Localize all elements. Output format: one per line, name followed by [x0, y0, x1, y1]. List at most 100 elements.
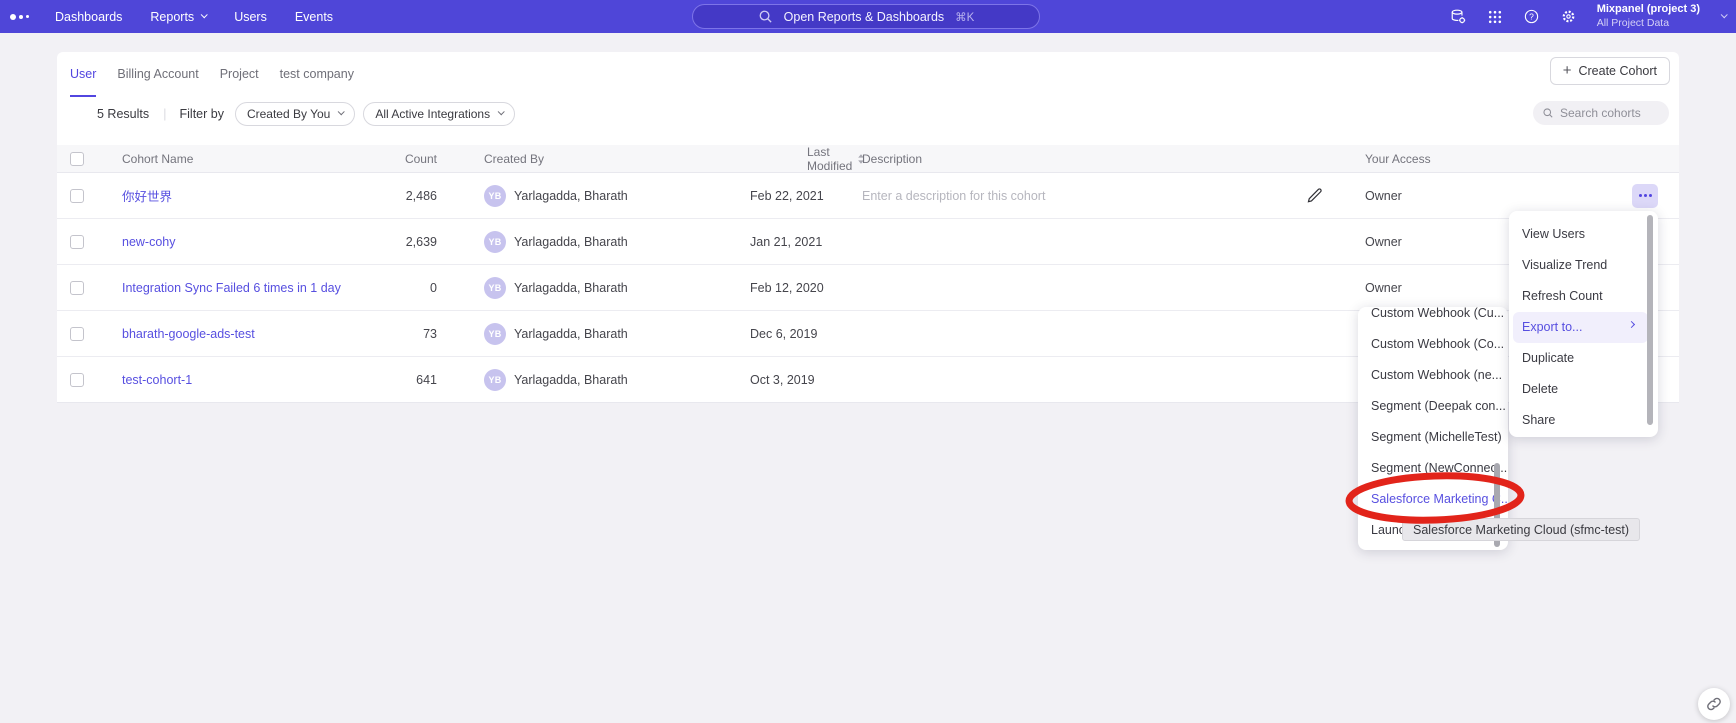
- data-management-icon[interactable]: [1449, 8, 1467, 26]
- row-checkbox[interactable]: [70, 327, 84, 341]
- chevron-down-icon: [498, 108, 505, 115]
- apps-grid-icon[interactable]: [1486, 8, 1504, 26]
- mixpanel-logo-icon[interactable]: [10, 0, 29, 33]
- results-count: 5 Results: [97, 107, 149, 121]
- table-row: Integration Sync Failed 6 times in 1 day…: [57, 265, 1679, 311]
- avatar: YB: [484, 277, 506, 299]
- col-description: Description: [862, 152, 1347, 166]
- col-created-by: Created By: [437, 152, 750, 166]
- avatar: YB: [484, 185, 506, 207]
- menu-item-duplicate[interactable]: Duplicate: [1509, 343, 1658, 374]
- col-your-access: Your Access: [1347, 152, 1632, 166]
- creator-name: Yarlagadda, Bharath: [514, 327, 628, 341]
- select-all-checkbox[interactable]: [70, 152, 84, 166]
- submenu-item-segment-2[interactable]: Segment (MichelleTest): [1358, 422, 1508, 453]
- description-placeholder[interactable]: Enter a description for this cohort: [862, 189, 1045, 203]
- share-link-button[interactable]: [1698, 688, 1730, 720]
- divider: |: [163, 106, 166, 121]
- project-name: Mixpanel (project 3): [1597, 3, 1700, 17]
- tab-test-company[interactable]: test company: [280, 52, 354, 97]
- row-checkbox[interactable]: [70, 235, 84, 249]
- row-checkbox[interactable]: [70, 281, 84, 295]
- last-modified-date: Oct 3, 2019: [750, 373, 862, 387]
- table-row: new-cohy 2,639 YB Yarlagadda, Bharath Ja…: [57, 219, 1679, 265]
- filter-bar: 5 Results | Filter by Created By You All…: [57, 97, 1679, 130]
- submenu-item-segment-3[interactable]: Segment (NewConnec...: [1358, 453, 1508, 484]
- avatar: YB: [484, 369, 506, 391]
- help-icon[interactable]: ?: [1523, 8, 1541, 26]
- link-icon: [1706, 696, 1722, 712]
- filter-by-label: Filter by: [180, 107, 224, 121]
- cohort-link[interactable]: bharath-google-ads-test: [122, 327, 255, 341]
- menu-item-visualize-trend[interactable]: Visualize Trend: [1509, 250, 1658, 281]
- last-modified-date: Dec 6, 2019: [750, 327, 862, 341]
- row-context-menu: View Users Visualize Trend Refresh Count…: [1509, 211, 1658, 437]
- create-cohort-button[interactable]: + Create Cohort: [1550, 57, 1670, 85]
- edit-pencil-icon[interactable]: [1306, 187, 1323, 204]
- chevron-right-icon: [1628, 321, 1635, 328]
- tab-user[interactable]: User: [70, 52, 96, 97]
- global-search-label: Open Reports & Dashboards: [784, 10, 945, 24]
- creator-name: Yarlagadda, Bharath: [514, 235, 628, 249]
- global-search-button[interactable]: Open Reports & Dashboards ⌘K: [692, 4, 1040, 29]
- tab-project[interactable]: Project: [220, 52, 259, 97]
- menu-item-share[interactable]: Share: [1509, 405, 1658, 436]
- last-modified-date: Jan 21, 2021: [750, 235, 862, 249]
- row-checkbox[interactable]: [70, 189, 84, 203]
- nav-item-dashboards[interactable]: Dashboards: [55, 10, 122, 24]
- nav-item-users[interactable]: Users: [234, 10, 267, 24]
- creator-name: Yarlagadda, Bharath: [514, 373, 628, 387]
- submenu-item-segment-1[interactable]: Segment (Deepak con...: [1358, 391, 1508, 422]
- created-by-filter-dropdown[interactable]: Created By You: [235, 102, 355, 126]
- submenu-item-custom-webhook-2[interactable]: Custom Webhook (Co...: [1358, 329, 1508, 360]
- top-nav: Dashboards Reports Users Events Open Rep…: [0, 0, 1736, 33]
- cohort-link[interactable]: Integration Sync Failed 6 times in 1 day: [122, 281, 341, 295]
- tab-billing-account[interactable]: Billing Account: [117, 52, 198, 97]
- cohort-link[interactable]: test-cohort-1: [122, 373, 192, 387]
- chevron-down-icon: [201, 11, 208, 18]
- col-count: Count: [357, 152, 437, 166]
- table-header: Cohort Name Count Created By Last Modifi…: [57, 145, 1679, 173]
- avatar: YB: [484, 323, 506, 345]
- project-chevron-down-icon: [1721, 11, 1728, 18]
- cohort-link[interactable]: new-cohy: [122, 235, 176, 249]
- integration-tooltip: Salesforce Marketing Cloud (sfmc-test): [1402, 518, 1640, 541]
- menu-item-refresh-count[interactable]: Refresh Count: [1509, 281, 1658, 312]
- menu-item-export-to[interactable]: Export to...: [1513, 312, 1648, 343]
- menu-scrollbar[interactable]: [1647, 215, 1653, 425]
- search-icon: [758, 9, 773, 24]
- cohort-count: 0: [357, 281, 437, 295]
- nav-item-reports[interactable]: Reports: [150, 10, 206, 24]
- nav-right-group: ? Mixpanel (project 3) All Project Data: [1449, 0, 1726, 33]
- export-submenu: Custom Webhook (Cu... Custom Webhook (Co…: [1358, 307, 1508, 550]
- cohort-link[interactable]: 你好世界: [122, 190, 172, 204]
- col-last-modified[interactable]: Last Modified: [750, 145, 862, 173]
- search-cohorts-field: [1533, 101, 1669, 125]
- cohort-count: 73: [357, 327, 437, 341]
- table-row: 你好世界 2,486 YB Yarlagadda, Bharath Feb 22…: [57, 173, 1679, 219]
- creator-name: Yarlagadda, Bharath: [514, 281, 628, 295]
- nav-item-events[interactable]: Events: [295, 10, 333, 24]
- integrations-filter-dropdown[interactable]: All Active Integrations: [363, 102, 515, 126]
- project-switcher[interactable]: Mixpanel (project 3) All Project Data: [1597, 3, 1700, 30]
- cohort-count: 2,639: [357, 235, 437, 249]
- creator-name: Yarlagadda, Bharath: [514, 189, 628, 203]
- access-level: Owner: [1347, 189, 1632, 203]
- nav-menu: Dashboards Reports Users Events: [55, 10, 333, 24]
- submenu-item-custom-webhook-3[interactable]: Custom Webhook (ne...: [1358, 360, 1508, 391]
- last-modified-date: Feb 22, 2021: [750, 189, 862, 203]
- menu-item-view-users[interactable]: View Users: [1509, 219, 1658, 250]
- col-cohort-name: Cohort Name: [122, 152, 357, 166]
- last-modified-date: Feb 12, 2020: [750, 281, 862, 295]
- search-shortcut: ⌘K: [955, 10, 974, 24]
- search-cohorts-input[interactable]: [1560, 106, 1660, 120]
- row-more-button[interactable]: [1632, 184, 1658, 208]
- row-checkbox[interactable]: [70, 373, 84, 387]
- menu-item-delete[interactable]: Delete: [1509, 374, 1658, 405]
- avatar: YB: [484, 231, 506, 253]
- submenu-item-custom-webhook-1[interactable]: Custom Webhook (Cu...: [1358, 307, 1508, 329]
- settings-gear-icon[interactable]: [1560, 8, 1578, 26]
- cohort-count: 2,486: [357, 189, 437, 203]
- submenu-item-salesforce-marketing-cloud[interactable]: Salesforce Marketing C...: [1358, 484, 1508, 515]
- cohort-type-tabs: User Billing Account Project test compan…: [57, 52, 1679, 97]
